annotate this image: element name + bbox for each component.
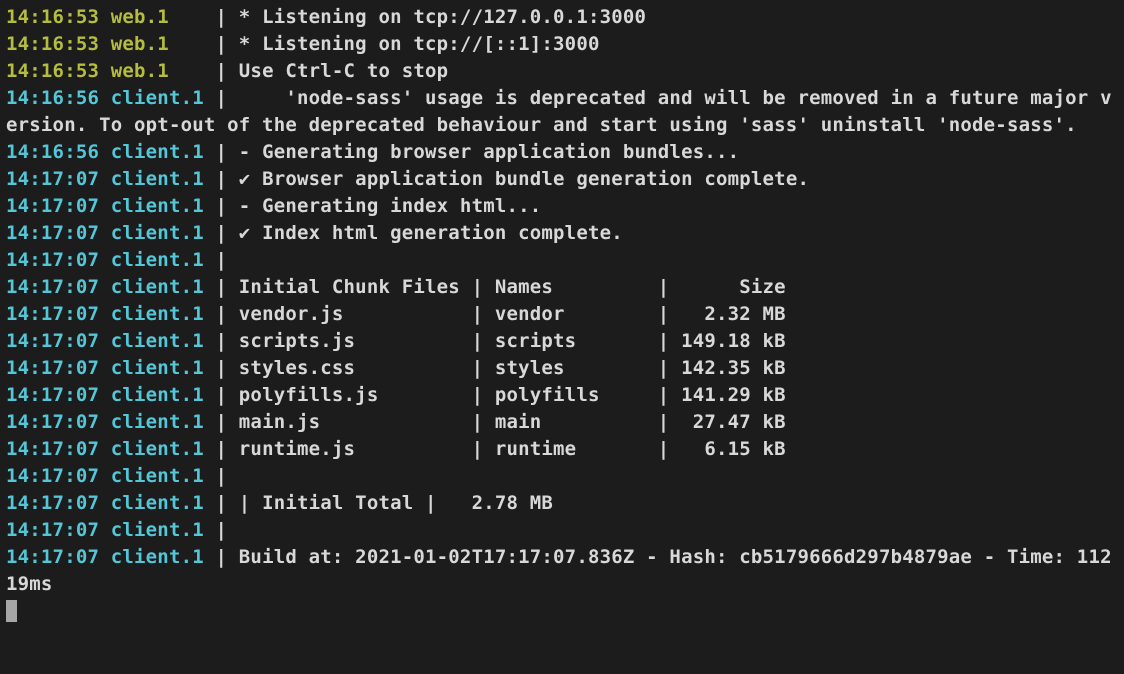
log-separator: |: [204, 60, 227, 82]
log-prefix: 14:17:07 client.1: [6, 546, 204, 568]
log-separator: |: [204, 546, 227, 568]
log-message: - Generating index html...: [227, 195, 541, 217]
log-separator: |: [204, 6, 227, 28]
log-separator: |: [204, 141, 227, 163]
log-separator: |: [204, 438, 227, 460]
log-message: styles.css | styles | 142.35 kB: [227, 357, 786, 379]
log-separator: |: [204, 222, 227, 244]
log-prefix: 14:17:07 client.1: [6, 303, 204, 325]
log-prefix: 14:16:53 web.1: [6, 60, 204, 82]
log-prefix: 14:16:53 web.1: [6, 33, 204, 55]
log-message: scripts.js | scripts | 149.18 kB: [227, 330, 786, 352]
log-prefix: 14:17:07 client.1: [6, 465, 204, 487]
log-message: vendor.js | vendor | 2.32 MB: [227, 303, 786, 325]
log-separator: |: [204, 357, 227, 379]
log-message: ✔ Index html generation complete.: [227, 222, 623, 244]
log-separator: |: [204, 249, 227, 271]
log-separator: |: [204, 465, 227, 487]
log-message: ✔ Browser application bundle generation …: [227, 168, 809, 190]
log-prefix: 14:17:07 client.1: [6, 438, 204, 460]
terminal-cursor: [6, 600, 17, 622]
log-message: Use Ctrl-C to stop: [227, 60, 448, 82]
log-separator: |: [204, 492, 227, 514]
log-separator: |: [204, 195, 227, 217]
log-prefix: 14:17:07 client.1: [6, 168, 204, 190]
log-prefix: 14:16:56 client.1: [6, 141, 204, 163]
log-message: Initial Chunk Files | Names | Size: [227, 276, 786, 298]
log-prefix: 14:17:07 client.1: [6, 195, 204, 217]
log-prefix: 14:17:07 client.1: [6, 249, 204, 271]
log-prefix: 14:17:07 client.1: [6, 411, 204, 433]
log-message: * Listening on tcp://127.0.0.1:3000: [227, 6, 646, 28]
log-separator: |: [204, 33, 227, 55]
log-separator: |: [204, 276, 227, 298]
log-separator: |: [204, 330, 227, 352]
terminal-output[interactable]: 14:16:53 web.1 | * Listening on tcp://12…: [0, 0, 1124, 625]
log-prefix: 14:17:07 client.1: [6, 384, 204, 406]
log-message: - Generating browser application bundles…: [227, 141, 739, 163]
log-prefix: 14:17:07 client.1: [6, 330, 204, 352]
log-separator: |: [204, 411, 227, 433]
log-prefix: 14:16:53 web.1: [6, 6, 204, 28]
log-prefix: 14:16:56 client.1: [6, 87, 204, 109]
log-prefix: 14:17:07 client.1: [6, 492, 204, 514]
log-message: | Initial Total | 2.78 MB: [227, 492, 553, 514]
log-prefix: 14:17:07 client.1: [6, 357, 204, 379]
log-separator: |: [204, 384, 227, 406]
log-message: polyfills.js | polyfills | 141.29 kB: [227, 384, 786, 406]
log-separator: |: [204, 168, 227, 190]
log-separator: |: [204, 87, 227, 109]
log-message: runtime.js | runtime | 6.15 kB: [227, 438, 786, 460]
log-prefix: 14:17:07 client.1: [6, 222, 204, 244]
log-separator: |: [204, 303, 227, 325]
log-message: * Listening on tcp://[::1]:3000: [227, 33, 599, 55]
log-message: main.js | main | 27.47 kB: [227, 411, 786, 433]
log-separator: |: [204, 519, 227, 541]
log-prefix: 14:17:07 client.1: [6, 519, 204, 541]
log-prefix: 14:17:07 client.1: [6, 276, 204, 298]
